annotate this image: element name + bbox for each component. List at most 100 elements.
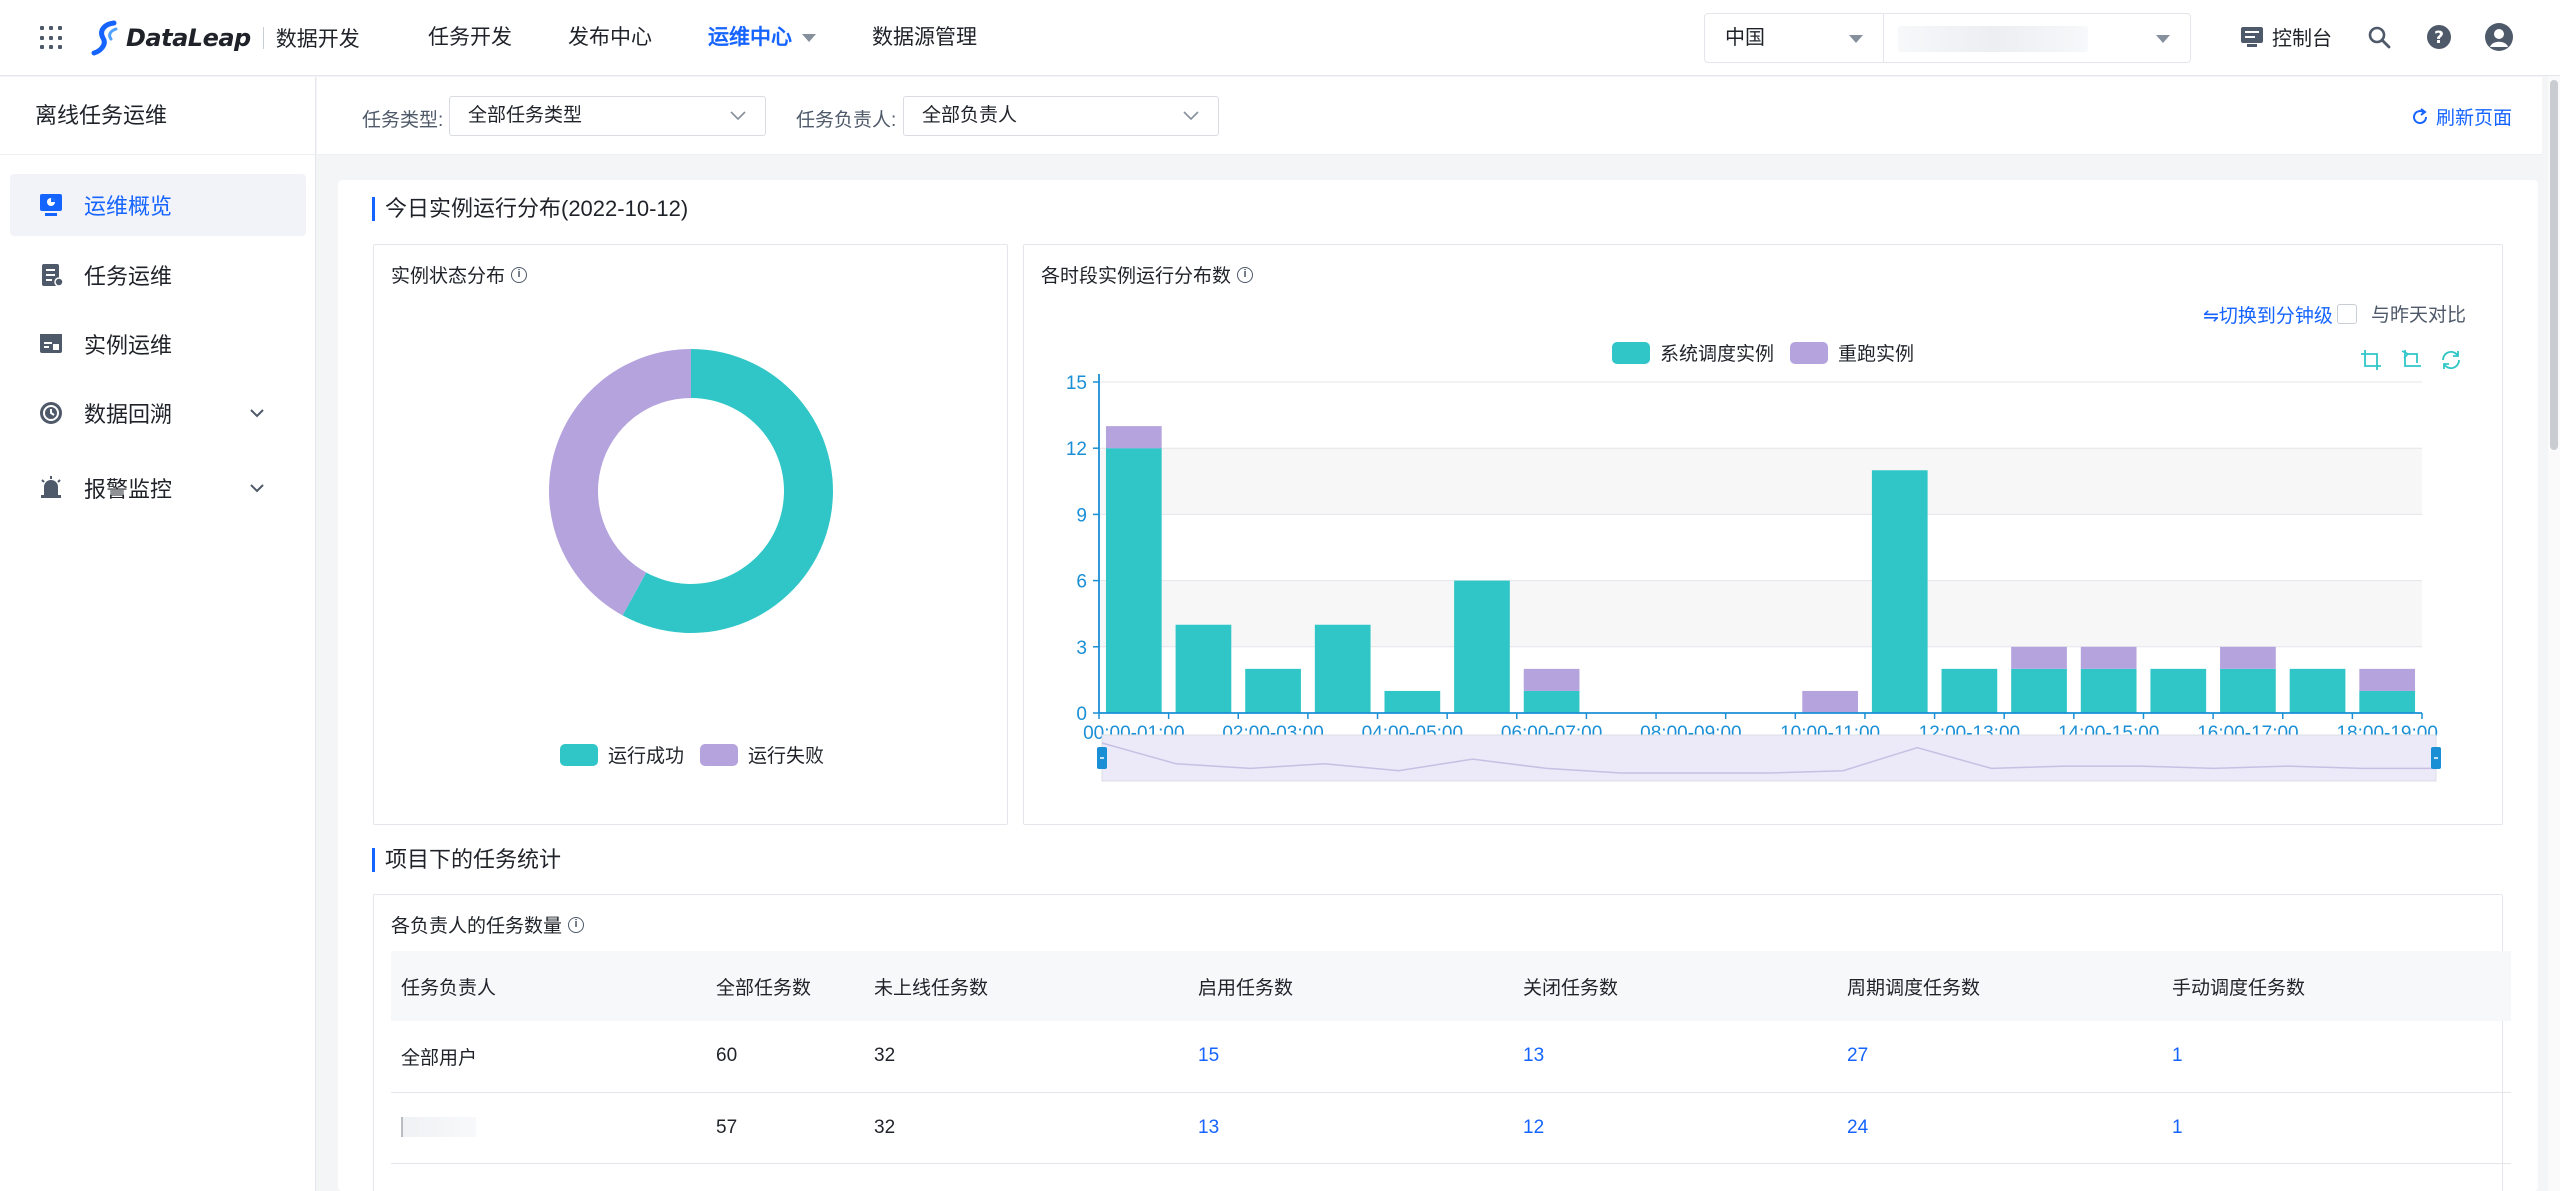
legend-swatch [560,743,598,766]
main-nav: 任务开发 发布中心 运维中心 数据源管理 [428,0,1033,76]
bar-rerun[interactable] [2359,668,2416,691]
bar-system-scheduled[interactable] [1454,580,1510,713]
filter-bar: 任务类型: 全部任务类型 任务负责人: 全部负责人 刷新页面 [317,77,2542,155]
console-icon [2241,26,2263,47]
region-select[interactable]: 中国 [1704,13,1884,63]
sidebar-item-overview[interactable]: 运维概览 [10,174,306,236]
column-header: 启用任务数 [1188,951,1513,1021]
offline-tasks-cell: 32 [864,1092,1188,1164]
project-value-redacted [1898,26,2088,52]
table-card-title: 各负责人的任务数量 i [391,911,585,938]
owner-value: 全部负责人 [922,105,1018,126]
bar-system-scheduled[interactable] [2150,668,2207,713]
donut-legend: 运行成功 运行失败 [560,741,840,768]
section-title-today-distribution: 今日实例运行分布(2022-10-12) [372,197,688,221]
task-type-select[interactable]: 全部任务类型 [449,96,766,136]
bar-system-scheduled[interactable] [1175,624,1232,713]
bar-rerun[interactable] [1523,668,1580,691]
total-tasks-cell: 57 [706,1092,864,1164]
y-tick-label: 3 [1076,638,1087,659]
legend-failure[interactable]: 运行失败 [700,741,824,768]
chevron-down-icon [730,111,746,121]
manual-tasks-link[interactable]: 1 [2162,1092,2511,1164]
help-icon[interactable]: ? [2424,22,2454,52]
logo[interactable]: DataLeap 数据开发 [90,18,360,58]
console-button[interactable]: 控制台 [2240,22,2332,51]
region-value: 中国 [1725,27,1765,49]
sidebar-item-instance-ops[interactable]: 实例运维 [10,313,306,375]
svg-text:?: ? [2434,28,2444,48]
task-icon [42,264,64,287]
bar-rerun[interactable] [1802,690,1858,713]
legend-label: 运行失败 [748,746,825,767]
enabled-tasks-link[interactable]: 15 [1188,1021,1513,1093]
nav-release-center[interactable]: 发布中心 [568,0,652,76]
bar-system-scheduled[interactable] [2011,668,2067,713]
bar-system-scheduled[interactable] [1941,668,1998,713]
sidebar-item-alarm-monitor[interactable]: 报警监控 [10,457,306,519]
owner-task-count-card: 各负责人的任务数量 i 任务负责人 全部任务数 未上线任务数 启用任务数 关闭任… [373,894,2511,1191]
sidebar-item-label: 数据回溯 [84,402,173,427]
table-row: 57 32 13 12 24 1 [391,1092,2511,1164]
search-icon[interactable] [2364,22,2394,52]
column-header: 手动调度任务数 [2162,951,2511,1021]
bar-system-scheduled[interactable] [2359,690,2416,713]
bar-system-scheduled[interactable] [1245,668,1301,713]
sidebar-item-label: 实例运维 [84,333,173,358]
nav-ops-center[interactable]: 运维中心 [708,0,816,76]
manual-tasks-link[interactable]: 1 [2162,1021,2511,1093]
bar-system-scheduled[interactable] [1314,624,1371,713]
bar-rerun[interactable] [2080,646,2137,669]
nav-task-dev[interactable]: 任务开发 [428,0,512,76]
nav-datasource-mgmt[interactable]: 数据源管理 [872,0,977,76]
legend-label: 运行成功 [608,746,685,767]
enabled-tasks-link[interactable]: 13 [1188,1092,1513,1164]
datazoom-track[interactable] [1101,734,2437,782]
task-type-label: 任务类型: [362,110,444,131]
bar-system-scheduled[interactable] [1523,690,1580,713]
legend-success[interactable]: 运行成功 [560,741,684,768]
user-avatar-icon[interactable] [2484,22,2514,52]
refresh-page-button[interactable]: 刷新页面 [2410,103,2512,130]
y-tick-label: 0 [1076,704,1087,725]
bar-system-scheduled[interactable] [1384,690,1441,713]
bar-rerun[interactable] [1105,426,1162,449]
bar-rerun[interactable] [2011,646,2067,669]
total-tasks-cell: 60 [706,1021,864,1093]
chevron-down-icon [2156,35,2170,43]
sidebar-item-label: 报警监控 [84,477,173,502]
closed-tasks-link[interactable]: 12 [1513,1092,1837,1164]
owner-select[interactable]: 全部负责人 [903,96,1219,136]
chevron-down-icon [802,34,816,43]
donut-chart [549,349,833,633]
bar-system-scheduled[interactable] [2289,668,2346,713]
task-type-value: 全部任务类型 [468,105,583,126]
backfill-icon [40,402,62,424]
logo-text: DataLeap [126,24,251,52]
status-distribution-card: 实例状态分布 i 运行成功 运行失败 [373,244,1008,825]
sidebar-item-task-ops[interactable]: 任务运维 [10,244,306,306]
periodic-tasks-link[interactable]: 24 [1837,1092,2162,1164]
apps-grid-icon[interactable] [40,26,64,50]
bar-system-scheduled[interactable] [1871,470,1928,713]
owner-cell: 全部用户 [391,1021,706,1093]
bar-system-scheduled[interactable] [2080,668,2137,713]
instance-icon [40,334,62,353]
sidebar: 离线任务运维 运维概览 任务运维 实例运维 数据回溯 报警监控 [0,77,316,1191]
scrollbar-thumb[interactable] [2550,80,2558,450]
info-icon[interactable]: i [568,916,585,933]
bar-system-scheduled[interactable] [2220,668,2276,713]
closed-tasks-link[interactable]: 13 [1513,1021,1837,1093]
sidebar-item-data-backfill[interactable]: 数据回溯 [10,382,306,444]
donut-slice-failure[interactable] [549,349,691,616]
bar-system-scheduled[interactable] [1105,448,1162,713]
bar-rerun[interactable] [2220,646,2276,669]
chevron-down-icon [250,484,264,493]
console-label: 控制台 [2272,28,2332,50]
y-tick-label: 15 [1066,373,1087,394]
project-select[interactable] [1884,13,2191,63]
sidebar-item-label: 任务运维 [84,264,173,289]
overview-icon [40,194,62,216]
y-tick-label: 6 [1076,572,1087,593]
periodic-tasks-link[interactable]: 27 [1837,1021,2162,1093]
